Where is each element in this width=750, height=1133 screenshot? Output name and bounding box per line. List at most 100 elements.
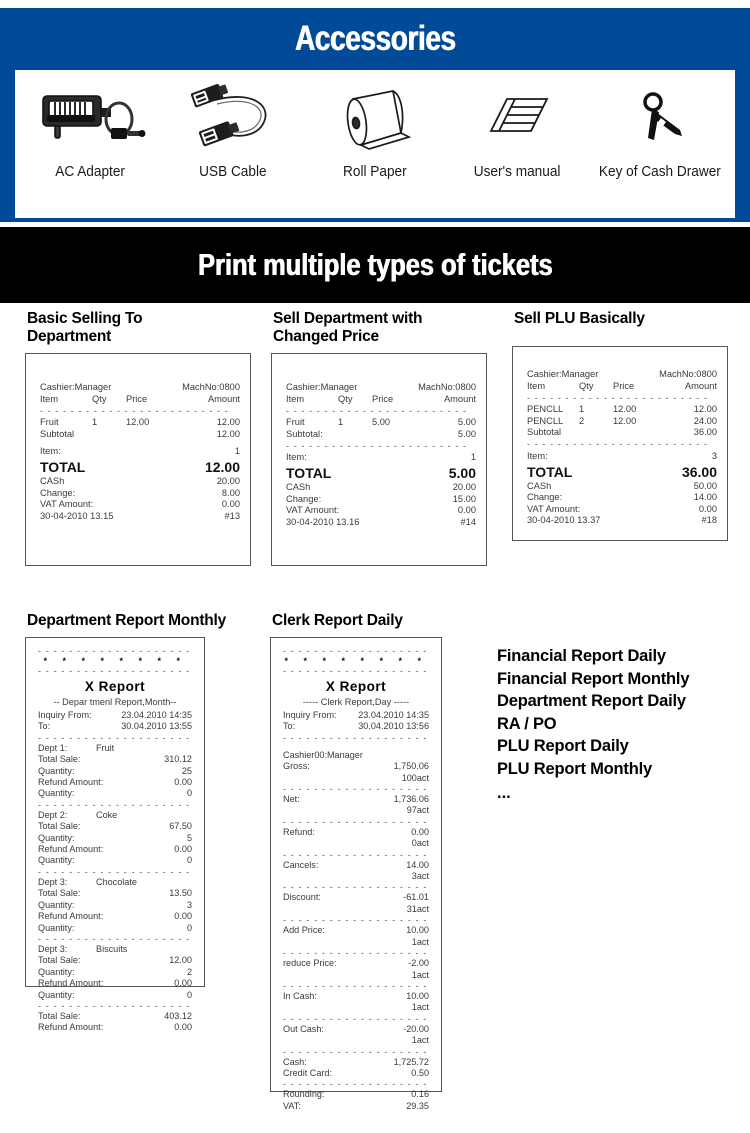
entry-label: Net: [283,794,300,805]
rounding-value: 0.16 [411,1089,429,1100]
cash-value: 20.00 [452,481,476,492]
cell-item: Subtotal [40,428,75,439]
divider: - - - - - - - - - - - - - - - - - - - - … [527,440,709,449]
list-item: PLU Report Daily [497,737,629,755]
vat-row: VAT Amount: 0.00 [40,499,240,511]
dept-qty-row: Quantity: 3 [38,900,192,911]
report-department-monthly: - - - - - - - - - - - - - - - - - - - - … [25,637,205,1032]
receipt-card-basic-selling: Basic Selling To Department Cashier:Mana… [25,310,257,566]
col-amount: Amount [207,393,240,404]
inquiry-to-value: 30.04.2010 13:55 [121,721,192,732]
clerk-cashier-row: Cashier00:Manager [283,750,429,761]
footer-row: 30-04-2010 13.37 #18 [527,515,717,527]
total-row: TOTAL 12.00 [40,459,240,475]
clerk-cash-row: Cash: 1,725.72 [283,1057,429,1068]
total-sale-value: 13.50 [169,888,192,899]
dept-refund-qty-row: Quantity: 0 [38,990,192,1001]
list-item: Department Report Daily [497,692,686,710]
clerk-entry-row: Refund: 0.00 [283,827,429,838]
entry-label: Out Cash: [283,1023,324,1034]
machno-label: MachNo:0800 [418,382,476,392]
inquiry-to-value: 30.04.2010 13:56 [358,721,429,732]
accessory-label: Key of Cash Drawer [598,164,721,180]
dept-refund-row: Refund Amount: 0.00 [38,777,192,788]
ticket-number: #18 [701,515,717,526]
cell-item: PENCLL [527,404,564,415]
report-subtitle: ----- Clerk Report,Day ----- [302,697,410,707]
refund-label: Refund Amount: [38,978,104,989]
grand-refund-row: Refund Amount: 0.00 [38,1022,192,1033]
divider: - - - - - - - - - - - - - - - - - - - - [38,1001,191,1010]
accessory-label: AC Adapter [55,164,126,180]
clerk-entry-row: Net: 1,736.06 [283,794,429,805]
entry-value: 1,750.06 [393,761,429,772]
list-item: PLU Report Monthly [497,759,652,778]
users-manual-icon [446,76,588,164]
divider: - - - - - - - - - - - - - - - - - - - [283,647,428,655]
table-row: PENCLL 2 12.00 24.00 [527,416,717,428]
list-ellipsis: ... [497,784,511,802]
change-row: Change: 8.00 [40,488,240,500]
divider: - - - - - - - - - - - - - - - - - - - - [38,667,191,675]
entry-label: Add Price: [283,925,325,936]
card-title: Sell Department with Changed Price [273,310,423,345]
ticket-number: #13 [224,510,240,521]
footer-row: 30-04-2010 13.15 #13 [40,511,240,523]
card-title: Basic Selling To Department [27,310,143,345]
grand-refund-label: Refund Amount: [38,1022,104,1033]
department-name-row: Dept 2: Coke [38,810,192,821]
clerk-credit-row: Credit Card: 0.50 [283,1068,429,1079]
divider: - - - - - - - - - - - - - - - - - - - [283,916,428,925]
clerk-entry-count: 3act [283,871,429,882]
cash-row: CASh 20.00 [286,482,476,494]
refund-qty-label: Quantity: [38,855,75,866]
datetime: 30-04-2010 13.15 [40,510,114,521]
cell-qty: 2 [579,415,585,426]
entry-value: 14.00 [406,859,429,870]
col-amount: Amount [684,380,717,391]
dept-refund-qty-row: Quantity: 0 [38,923,192,934]
refund-value: 0.00 [174,777,192,788]
cashier-label: Cashier:Manager [286,382,358,392]
list-item: RA / PO [497,714,557,733]
inquiry-to-label: To: [38,721,51,732]
inquiry-to-row: To: 30.04.2010 13:55 [38,721,192,732]
cell-qty [92,429,126,441]
refund-label: Refund Amount: [38,844,104,855]
col-qty: Qty [338,393,353,404]
report-stars: * * * * * * * * [43,656,187,666]
report-card-department-monthly: Department Report Monthly - - - - - - - … [25,612,255,1032]
department-name-row: Dept 3: Biscuits [38,944,192,955]
cell-qty: 1 [338,417,344,428]
item-count-row: Item: 1 [286,452,476,464]
inquiry-to-row: To: 30.04.2010 13:56 [283,721,429,732]
total-sale-label: Total Sale: [38,955,81,966]
datetime: 30-04-2010 13.16 [286,516,360,527]
entry-value: -2.00 [408,958,429,969]
total-row: TOTAL 5.00 [286,465,476,481]
ticket-number: #14 [460,516,476,527]
inquiry-from-row: Inquiry From: 23.04.2010 14:35 [38,710,192,721]
divider: - - - - - - - - - - - - - - - - - - - [283,1014,428,1023]
cell-qty [579,427,613,439]
col-item: Item [40,393,59,404]
cashier-label: Cashier:Manager [40,382,112,392]
divider: - - - - - - - - - - - - - - - - - - - - [38,733,191,742]
col-item: Item [286,393,305,404]
total-label: TOTAL [40,458,86,475]
cell-item: PENCLL [527,415,564,426]
dept-refund-qty-row: Quantity: 0 [38,788,192,799]
divider: - - - - - - - - - - - - - - - - - - - [283,949,428,958]
vat-label: VAT: [283,1100,301,1111]
clerk-entry-count: 0act [283,838,429,849]
entry-value: -20.00 [403,1023,429,1034]
col-qty: Qty [579,380,594,391]
refund-value: 0.00 [174,911,192,922]
divider: - - - - - - - - - - - - - - - - - - - - … [286,441,468,450]
datetime: 30-04-2010 13.37 [527,515,601,526]
entry-value: 10.00 [406,925,429,936]
cell-price: 12.00 [126,417,150,428]
cell-price: 12.00 [613,404,637,415]
accessory-item-ac-adapter: AC Adapter [19,76,161,180]
entry-count: 1act [411,1035,429,1046]
